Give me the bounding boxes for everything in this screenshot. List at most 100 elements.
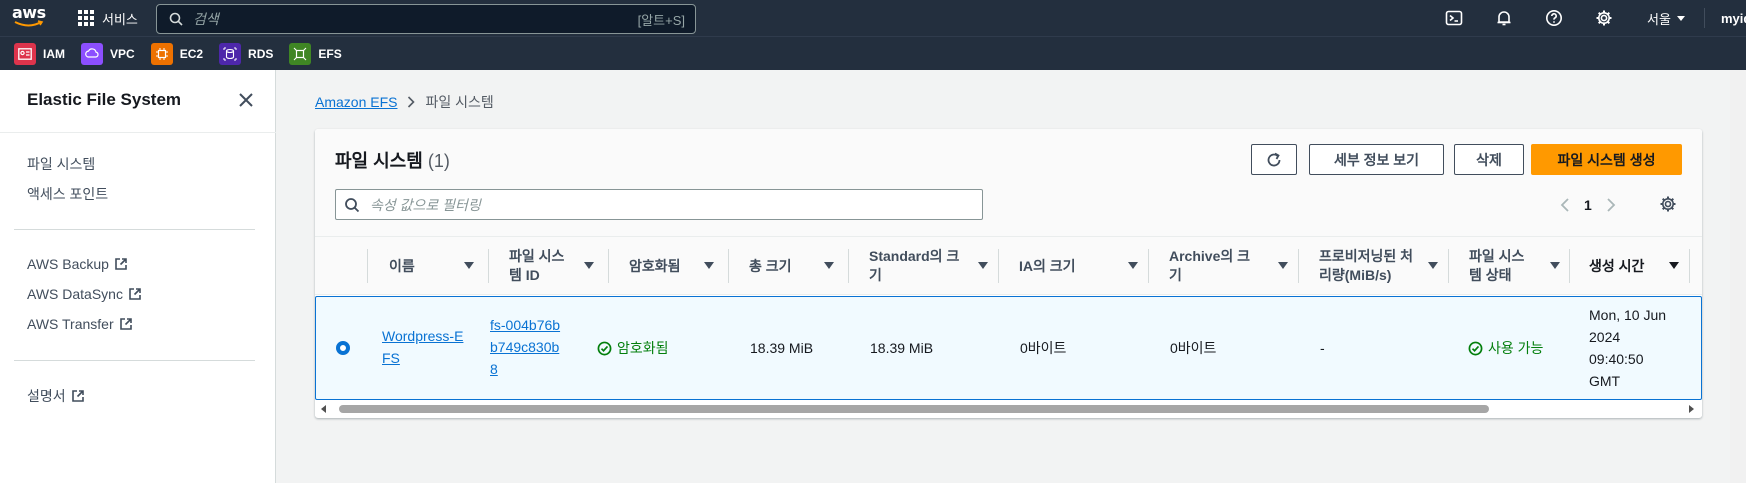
create-file-system-label: 파일 시스템 생성 <box>1557 151 1656 168</box>
cell-file-system-id: fs-004b76bb749c830b8 <box>490 314 565 380</box>
property-filter-input[interactable]: 속성 값으로 필터링 <box>335 189 983 220</box>
column-header-label: IA의 크기 <box>1019 257 1076 274</box>
column-header-name[interactable]: 이름 <box>389 237 489 295</box>
favorite-label: EFS <box>318 46 342 61</box>
refresh-button[interactable] <box>1251 144 1297 175</box>
scrollbar-thumb[interactable] <box>339 405 1489 413</box>
efs-service-icon <box>289 42 312 65</box>
preferences-gear-icon[interactable] <box>1659 195 1677 213</box>
sidenav-item-access-points[interactable]: 액세스 포인트 <box>27 184 108 204</box>
column-divider <box>1148 249 1149 283</box>
standard-size-value: 18.39 MiB <box>870 340 934 356</box>
search-icon <box>345 197 360 212</box>
column-header-label: 총 크기 <box>749 257 792 274</box>
table-row[interactable]: Wordpress-EFS fs-004b76bb749c830b8 암호화됨 … <box>315 296 1702 400</box>
cell-total-size: 18.39 MiB <box>750 337 813 359</box>
breadcrumb-amazon-efs-link[interactable]: Amazon EFS <box>315 94 397 110</box>
horizontal-scrollbar[interactable] <box>315 402 1702 416</box>
ia-size-value: 0바이트 <box>1020 340 1067 356</box>
sort-caret-icon <box>584 262 594 269</box>
column-header-label: 암호화됨 <box>629 257 681 274</box>
cell-archive-size: 0바이트 <box>1170 337 1216 359</box>
scroll-right-arrow-icon[interactable] <box>1689 405 1694 413</box>
state-status-text: 사용 가능 <box>1488 340 1544 356</box>
caret-down-icon <box>1676 15 1685 21</box>
sidenav-item-label: AWS DataSync <box>27 286 123 302</box>
sort-caret-icon <box>704 262 714 269</box>
sidenav-item-file-systems[interactable]: 파일 시스템 <box>27 154 95 174</box>
sort-caret-icon <box>1128 262 1138 269</box>
column-header-file-system-id[interactable]: 파일 시스템 ID <box>509 237 609 295</box>
sort-caret-icon <box>1428 262 1438 269</box>
column-header-file-system-state[interactable]: 파일 시스템 상태 <box>1469 237 1569 295</box>
column-header-creation-time[interactable]: 생성 시간 <box>1589 237 1694 295</box>
column-divider <box>367 249 368 283</box>
file-system-name-link[interactable]: Wordpress-EFS <box>382 325 467 369</box>
chevron-right-icon[interactable] <box>1606 197 1616 213</box>
panel-title-text: 파일 시스템 <box>335 151 423 171</box>
current-page-number[interactable]: 1 <box>1584 197 1592 213</box>
favorite-ec2[interactable]: EC2 <box>150 42 203 65</box>
notifications-bell-icon[interactable] <box>1495 9 1513 27</box>
cell-standard-size: 18.39 MiB <box>870 337 933 359</box>
favorite-label: VPC <box>110 46 135 61</box>
sidenav-item-label: 설명서 <box>27 388 66 404</box>
cell-file-system-state: 사용 가능 <box>1468 337 1543 359</box>
creation-time-value: Mon, 10 Jun 2024 09:40:50 GMT <box>1589 307 1667 389</box>
sidenav-link-aws-backup[interactable]: AWS Backup <box>27 256 128 272</box>
services-menu-button[interactable]: 서비스 <box>78 0 138 36</box>
column-divider <box>728 249 729 283</box>
column-header-ia-size[interactable]: IA의 크기 <box>1019 237 1144 295</box>
sidenav-title[interactable]: Elastic File System <box>27 90 181 110</box>
column-header-archive-size[interactable]: Archive의 크기 <box>1169 237 1294 295</box>
create-file-system-button[interactable]: 파일 시스템 생성 <box>1531 144 1682 175</box>
breadcrumb: Amazon EFS 파일 시스템 <box>315 92 494 112</box>
close-icon[interactable] <box>238 92 254 108</box>
favorite-vpc[interactable]: VPC <box>81 42 135 65</box>
column-header-encrypted[interactable]: 암호화됨 <box>629 237 729 295</box>
column-header-label: 이름 <box>389 257 415 274</box>
archive-size-value: 0바이트 <box>1170 340 1217 356</box>
chevron-left-icon[interactable] <box>1560 197 1570 213</box>
column-header-provisioned-throughput[interactable]: 프로비저닝된 처리량(MiB/s) <box>1319 237 1444 295</box>
favorite-label: RDS <box>248 46 274 61</box>
file-system-id-link[interactable]: fs-004b76bb749c830b8 <box>490 314 565 380</box>
region-label: 서울 <box>1647 11 1671 27</box>
region-selector[interactable]: 서울 <box>1647 0 1685 36</box>
search-icon <box>169 12 183 26</box>
favorite-efs[interactable]: EFS <box>289 42 342 65</box>
column-divider <box>998 249 999 283</box>
favorite-iam[interactable]: IAM <box>14 42 65 65</box>
account-menu[interactable]: myid <box>1721 0 1746 36</box>
scroll-left-arrow-icon[interactable] <box>321 405 326 413</box>
aws-logo[interactable]: aws <box>12 5 46 31</box>
sort-descending-icon <box>1669 262 1679 269</box>
throughput-value: - <box>1320 340 1325 356</box>
column-divider <box>1298 249 1299 283</box>
column-header-label: 파일 시스템 상태 <box>1469 248 1525 283</box>
favorite-rds[interactable]: RDS <box>219 42 274 65</box>
vpc-service-icon <box>81 42 103 65</box>
sidenav-link-aws-transfer[interactable]: AWS Transfer <box>27 316 133 332</box>
panel-title: 파일 시스템 (1) <box>335 147 450 173</box>
nav-divider <box>1704 8 1705 28</box>
sort-caret-icon <box>1550 262 1560 269</box>
column-divider <box>1448 249 1449 283</box>
global-search-input[interactable]: 검색 [알트+S] <box>156 4 696 34</box>
vertical-scrollbar[interactable] <box>1730 70 1746 483</box>
iam-service-icon <box>14 42 36 65</box>
sidenav-link-documentation[interactable]: 설명서 <box>27 386 85 406</box>
panel-header: 파일 시스템 (1) 세부 정보 보기 삭제 파일 시스템 생성 속성 값으로 … <box>315 129 1702 236</box>
settings-gear-icon[interactable] <box>1595 9 1613 27</box>
column-header-total-size[interactable]: 총 크기 <box>749 237 849 295</box>
view-details-button[interactable]: 세부 정보 보기 <box>1309 144 1444 175</box>
sidenav-link-aws-datasync[interactable]: AWS DataSync <box>27 286 142 302</box>
row-select-radio[interactable] <box>336 341 350 355</box>
ec2-service-icon <box>150 42 173 65</box>
column-header-standard-size[interactable]: Standard의 크기 <box>869 237 994 295</box>
help-icon[interactable] <box>1545 9 1563 27</box>
cloudshell-icon[interactable] <box>1445 9 1463 27</box>
column-header-label: Archive의 크기 <box>1169 248 1251 283</box>
column-header-label: 파일 시스템 ID <box>509 248 565 283</box>
delete-button[interactable]: 삭제 <box>1454 144 1524 175</box>
